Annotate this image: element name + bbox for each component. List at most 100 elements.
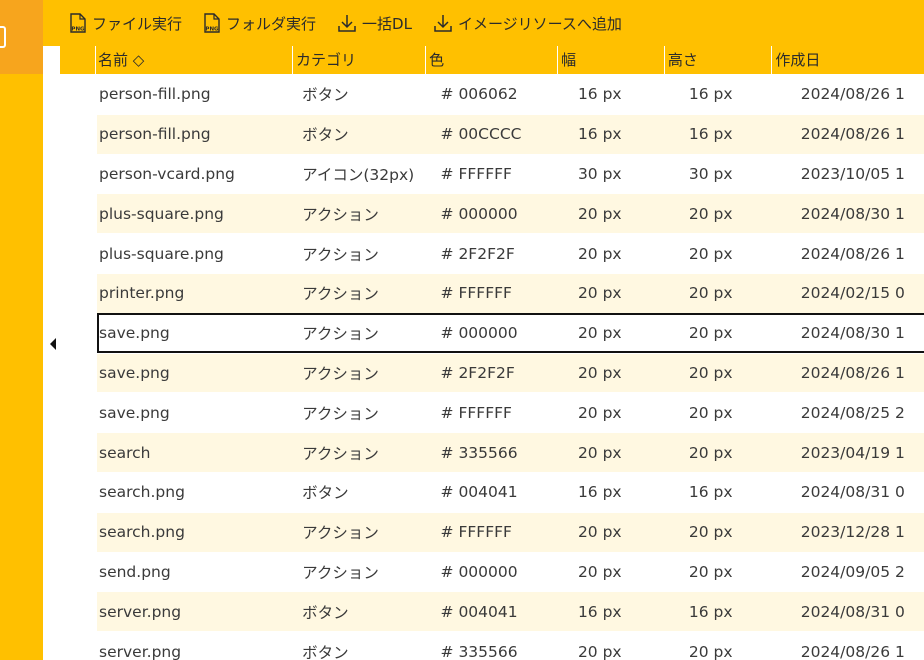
cell-color: # 004041 — [440, 602, 518, 621]
cell-name: plus-square.png — [99, 244, 224, 263]
cell-width: 16 px — [577, 483, 622, 502]
cell-color: # FFFFFF — [440, 164, 512, 183]
cell-created: 2023/12/28 1 — [800, 523, 905, 542]
header-row-selector — [60, 46, 95, 74]
run-file-label: ファイル実行 — [92, 14, 183, 33]
cell-color: # 006062 — [440, 85, 518, 104]
cell-width: 20 px — [577, 244, 622, 263]
cell-height: 20 px — [688, 443, 733, 462]
table-row[interactable]: plus-square.png アクション # 2F2F2F 20 px 20 px 20… — [97, 233, 924, 273]
cell-height: 16 px — [688, 85, 733, 104]
rail-frame-icon — [0, 26, 6, 48]
cell-height: 16 px — [688, 125, 733, 144]
grid-left-gutter — [43, 0, 60, 660]
column-header-width[interactable]: 幅 — [557, 46, 664, 74]
cell-category: ボタン — [302, 484, 349, 503]
cell-width: 20 px — [577, 204, 622, 223]
table-row[interactable]: save.png アクション # 000000 20 px 20 px 2024/08/3… — [97, 312, 924, 353]
add-to-image-resource-button[interactable]: イメージリソースへ追加 — [432, 12, 622, 34]
run-file-button[interactable]: PNG ファイル実行 — [68, 12, 182, 34]
cell-category: ボタン — [302, 126, 349, 145]
cell-created: 2024/08/26 1 — [800, 642, 905, 660]
cell-height: 20 px — [688, 523, 733, 542]
cell-name: server.png — [99, 642, 182, 660]
png-file-icon: PNG — [68, 12, 88, 34]
cell-color: # 004041 — [440, 483, 518, 502]
cell-category: アクション — [302, 524, 379, 543]
cell-created: 2023/04/19 1 — [800, 443, 905, 462]
cell-height: 20 px — [688, 562, 733, 581]
cell-color: # 335566 — [440, 443, 518, 462]
table-row[interactable]: person-fill.png ボタン # 00CCCC 16 px 16 px 2024… — [97, 113, 924, 154]
column-header-height[interactable]: 高さ — [663, 46, 772, 74]
cell-height: 16 px — [688, 602, 733, 621]
column-header-color[interactable]: 色 — [425, 46, 557, 74]
cell-width: 20 px — [577, 284, 622, 303]
table-row[interactable]: plus-square.png アクション # 000000 20 px 20 px 20… — [97, 193, 924, 234]
cell-category: アクション — [302, 444, 379, 463]
table-row[interactable]: server.png ボタン # 004041 16 px 16 px 2024/08/3… — [97, 591, 924, 632]
cell-name: server.png — [99, 602, 182, 621]
cell-color: # FFFFFF — [440, 284, 512, 303]
cell-name: search.png — [99, 483, 185, 502]
cell-created: 2024/08/26 1 — [800, 244, 905, 263]
svg-text:PNG: PNG — [205, 27, 219, 33]
column-header-name[interactable]: 名前 ◇ — [95, 46, 292, 74]
svg-text:PNG: PNG — [71, 27, 85, 33]
cell-category: アクション — [302, 245, 379, 264]
cell-name: save.png — [99, 403, 170, 422]
cell-category: ボタン — [302, 603, 349, 622]
cell-name: person-vcard.png — [99, 164, 235, 183]
cell-color: # 00CCCC — [440, 125, 522, 144]
cell-width: 16 px — [577, 125, 622, 144]
cell-width: 20 px — [577, 443, 622, 462]
cell-width: 20 px — [577, 403, 622, 422]
grid-rows: person-fill.png ボタン # 006062 16 px 16 px 2024… — [97, 74, 924, 660]
run-folder-button[interactable]: PNG フォルダ実行 — [202, 12, 316, 34]
cell-name: save.png — [99, 324, 170, 343]
cell-height: 20 px — [688, 204, 733, 223]
table-row[interactable]: save.png アクション # 2F2F2F 20 px 20 px 2024/08/2… — [97, 352, 924, 393]
cell-color: # 2F2F2F — [440, 244, 515, 263]
cell-created: 2024/09/05 2 — [800, 562, 905, 581]
rail-menu-button[interactable] — [0, 0, 43, 74]
cell-name: plus-square.png — [99, 204, 224, 223]
png-file-icon: PNG — [202, 12, 222, 34]
cell-category: アクション — [302, 205, 379, 224]
cell-created: 2024/08/31 0 — [800, 602, 905, 621]
table-row[interactable]: search アクション # 335566 20 px 20 px 2023/04/19 … — [97, 432, 924, 472]
table-row[interactable]: server.png ボタン # 335566 20 px 20 px 2024/08/2… — [97, 631, 924, 660]
table-row[interactable]: person-fill.png ボタン # 006062 16 px 16 px 2024… — [97, 74, 924, 114]
download-icon — [336, 12, 358, 34]
cell-color: # 000000 — [440, 204, 518, 223]
table-row[interactable]: printer.png アクション # FFFFFF 20 px 20 px 2024/0… — [97, 272, 924, 313]
cell-width: 16 px — [577, 85, 622, 104]
table-row[interactable]: send.png アクション # 000000 20 px 20 px 2024/09/0… — [97, 551, 924, 592]
column-header-category[interactable]: カテゴリ — [292, 46, 425, 74]
add-to-image-resource-label: イメージリソースへ追加 — [457, 14, 622, 33]
cell-category: アイコン(32px) — [302, 165, 415, 184]
cell-created: 2024/08/25 2 — [800, 403, 905, 422]
cell-color: # 2F2F2F — [440, 363, 515, 382]
cell-color: # FFFFFF — [440, 523, 512, 542]
cell-name: person-fill.png — [99, 125, 211, 144]
cell-name: search.png — [99, 523, 185, 542]
table-row[interactable]: search.png アクション # FFFFFF 20 px 20 px 2023/12… — [97, 511, 924, 552]
cell-category: アクション — [302, 404, 379, 423]
cell-width: 20 px — [577, 523, 622, 542]
cell-color: # FFFFFF — [440, 403, 512, 422]
cell-category: アクション — [302, 563, 379, 582]
table-row[interactable]: save.png アクション # FFFFFF 20 px 20 px 2024/08/2… — [97, 392, 924, 433]
cell-width: 20 px — [577, 642, 622, 660]
bulk-download-button[interactable]: 一括DL — [336, 12, 412, 34]
cell-height: 20 px — [688, 284, 733, 303]
cell-created: 2024/08/31 0 — [800, 483, 905, 502]
cell-height: 20 px — [688, 244, 733, 263]
cell-created: 2024/02/15 0 — [800, 284, 905, 303]
column-header-created[interactable]: 作成日 — [771, 46, 924, 74]
cell-name: search — [99, 443, 151, 462]
table-row[interactable]: search.png ボタン # 004041 16 px 16 px 2024/08/3… — [97, 471, 924, 512]
cell-height: 16 px — [688, 483, 733, 502]
cell-name: save.png — [99, 363, 170, 382]
table-row[interactable]: person-vcard.png アイコン(32px) # FFFFFF 30 px 3… — [97, 153, 924, 194]
